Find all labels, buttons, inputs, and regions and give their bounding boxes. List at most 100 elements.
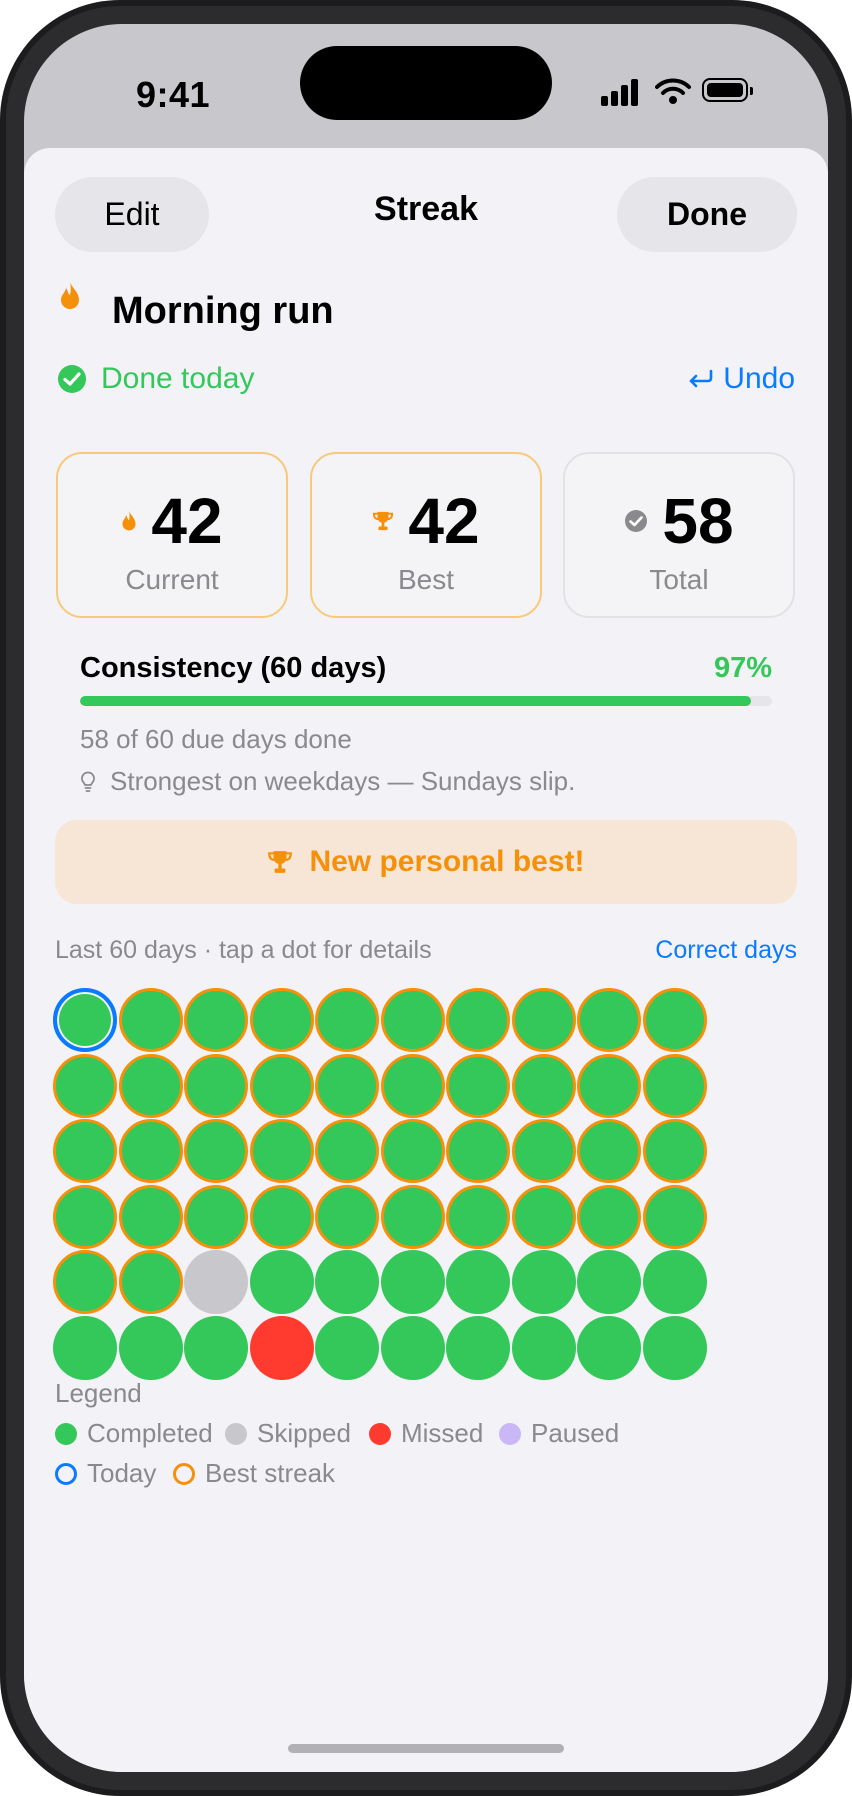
screen: 9:41 Edit Streak Done Morning run Done t… [24, 24, 828, 1772]
day-dot-completed[interactable] [53, 988, 117, 1052]
insight-row: Strongest on weekdays — Sundays slip. [80, 766, 575, 797]
day-dot-completed[interactable] [642, 1053, 707, 1118]
day-dot-completed[interactable] [53, 1053, 117, 1118]
day-dot-completed[interactable] [118, 988, 183, 1052]
day-dot-completed[interactable] [642, 1184, 707, 1249]
stat-card-current: 42 Current [56, 452, 288, 618]
done-button[interactable]: Done [617, 177, 797, 252]
undo-arrow-icon [689, 369, 713, 388]
best-streak-label: Best [397, 564, 455, 595]
day-dot-completed[interactable] [511, 1119, 576, 1183]
day-dot-completed[interactable] [249, 1184, 314, 1249]
day-dot-completed[interactable] [511, 1250, 576, 1314]
day-dot-completed[interactable] [577, 1184, 641, 1249]
day-dot-completed[interactable] [315, 1119, 379, 1183]
home-indicator[interactable] [288, 1744, 564, 1753]
day-dot-completed[interactable] [446, 988, 510, 1052]
day-dot-completed[interactable] [184, 988, 248, 1052]
day-dot-completed[interactable] [446, 1315, 510, 1380]
day-dot-completed[interactable] [184, 1184, 248, 1249]
legend-swatch [369, 1422, 391, 1445]
day-dot-completed[interactable] [511, 988, 576, 1052]
day-dot-completed[interactable] [184, 1119, 248, 1183]
stat-card-total: 58 Total [563, 452, 795, 618]
day-dot-completed[interactable] [380, 988, 445, 1052]
day-dot-completed[interactable] [446, 1119, 510, 1183]
legend-label: Completed [87, 1418, 213, 1448]
status-time: 9:41 [136, 74, 211, 115]
day-dot-completed[interactable] [118, 1250, 183, 1314]
day-dot-completed[interactable] [511, 1053, 576, 1118]
day-dot-completed[interactable] [249, 1053, 314, 1118]
day-dot-completed[interactable] [315, 988, 379, 1052]
day-dot-completed[interactable] [577, 1119, 641, 1183]
day-dot-completed[interactable] [315, 1184, 379, 1249]
day-dot-missed[interactable] [249, 1315, 314, 1380]
day-dot-completed[interactable] [315, 1250, 379, 1314]
correct-days-link[interactable]: Correct days [655, 936, 797, 965]
status-bar: 9:41 [24, 24, 828, 149]
day-dot-completed[interactable] [118, 1119, 183, 1183]
undo-label: Undo [723, 362, 795, 395]
legend-swatch [55, 1422, 77, 1445]
day-dot-completed[interactable] [380, 1119, 445, 1183]
day-dot-completed[interactable] [249, 988, 314, 1052]
battery-icon [702, 78, 753, 102]
day-dot-completed[interactable] [642, 988, 707, 1052]
day-dot-completed[interactable] [642, 1119, 707, 1183]
lightbulb-icon [81, 771, 95, 792]
day-dot-completed[interactable] [446, 1053, 510, 1118]
day-dot-completed[interactable] [380, 1184, 445, 1249]
day-dot-completed[interactable] [184, 1315, 248, 1380]
legend-swatch [55, 1462, 77, 1485]
day-dot-completed[interactable] [249, 1250, 314, 1314]
day-dot-completed[interactable] [53, 1184, 117, 1249]
day-dot-completed[interactable] [249, 1119, 314, 1183]
legend-item-best-streak: Best streak [173, 1458, 335, 1489]
day-dot-completed[interactable] [577, 1315, 641, 1380]
current-streak-value: 42 [151, 485, 223, 557]
day-dot-completed[interactable] [380, 1250, 445, 1314]
day-dot-completed[interactable] [184, 1053, 248, 1118]
day-dot-completed[interactable] [642, 1250, 707, 1314]
day-dot-completed[interactable] [53, 1315, 117, 1380]
trophy-icon [268, 851, 293, 873]
day-dot-completed[interactable] [511, 1315, 576, 1380]
legend-item-completed: Completed [55, 1418, 213, 1449]
legend-swatch [225, 1422, 247, 1445]
consistency-summary: 58 of 60 due days done [80, 724, 352, 754]
day-dot-completed[interactable] [446, 1250, 510, 1314]
legend-item-today: Today [55, 1458, 156, 1489]
day-dot-completed[interactable] [118, 1184, 183, 1249]
day-dot-completed[interactable] [315, 1315, 379, 1380]
dynamic-island [300, 46, 552, 120]
current-streak-label: Current [125, 564, 219, 595]
day-dot-completed[interactable] [577, 1250, 641, 1314]
consistency-progress-bar [80, 696, 772, 706]
streak-sheet: Edit Streak Done Morning run Done today … [24, 148, 828, 1772]
day-dot-completed[interactable] [446, 1184, 510, 1249]
day-dot-completed[interactable] [53, 1119, 117, 1183]
done-today-status: Done today [101, 362, 255, 395]
day-dot-skipped[interactable] [184, 1250, 248, 1314]
checkmark-circle-icon [58, 365, 86, 393]
insight-text: Strongest on weekdays — Sundays slip. [110, 766, 576, 796]
undo-button[interactable]: Undo [687, 362, 795, 396]
day-dot-completed[interactable] [53, 1250, 117, 1314]
day-dot-completed[interactable] [511, 1184, 576, 1249]
trophy-icon [373, 511, 394, 531]
day-dot-completed[interactable] [118, 1053, 183, 1118]
personal-best-banner: New personal best! [55, 820, 797, 904]
day-dot-completed[interactable] [118, 1315, 183, 1380]
day-dot-completed[interactable] [577, 1053, 641, 1118]
day-dot-completed[interactable] [642, 1315, 707, 1380]
flame-icon [61, 282, 79, 309]
personal-best-text: New personal best! [309, 845, 585, 878]
legend-item-skipped: Skipped [225, 1418, 351, 1449]
day-dot-completed[interactable] [380, 1053, 445, 1118]
day-dot-completed[interactable] [577, 988, 641, 1052]
day-dot-completed[interactable] [380, 1315, 445, 1380]
habit-name: Morning run [112, 290, 334, 332]
legend-label: Best streak [205, 1458, 336, 1488]
day-dot-completed[interactable] [315, 1053, 379, 1118]
